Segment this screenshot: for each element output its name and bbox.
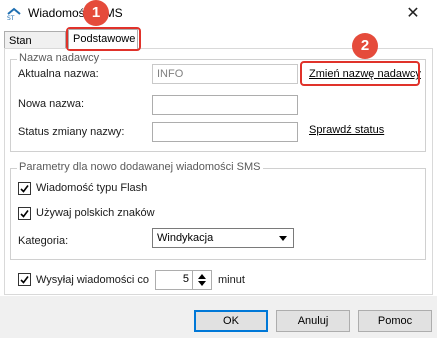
new-name-label: Nowa nazwa: [18,98,85,110]
arrow-down-icon[interactable] [198,281,206,286]
tab-stan-uslugi[interactable]: Stan usługi [4,31,66,65]
send-every-label: Wysyłaj wiadomości co [36,274,149,286]
annotation-marker-1: 1 [83,0,109,26]
new-name-field[interactable] [152,95,298,115]
annotation-marker-2: 2 [352,33,378,59]
annotation-box-link [300,61,420,86]
sender-group-title: Nazwa nadawcy [17,52,102,64]
polish-chars-label: Używaj polskich znaków [36,207,155,219]
interval-value: 5 [182,273,189,285]
current-name-label: Aktualna nazwa: [18,68,99,80]
arrow-up-icon[interactable] [198,274,206,279]
flash-checkbox[interactable] [18,182,31,195]
flash-label: Wiadomość typu Flash [36,182,148,194]
category-select[interactable]: Windykacja [152,228,294,248]
current-name-field: INFO [152,64,298,84]
interval-unit: minut [218,274,245,286]
status-field[interactable] [152,122,298,142]
check-status-link[interactable]: Sprawdź status [309,124,384,136]
status-label: Status zmiany nazwy: [18,126,125,138]
close-button[interactable]: ✕ [398,2,428,26]
category-label: Kategoria: [18,235,69,247]
stepper-buttons[interactable] [192,271,211,289]
title-bar: ST Wiadomości SMS ✕ [0,0,437,28]
chevron-down-icon [279,236,287,241]
params-group-title: Parametry dla nowo dodawanej wiadomości … [17,161,263,173]
svg-text:ST: ST [7,15,15,21]
tab-podstawowe[interactable]: Podstawowe [68,29,138,49]
help-button[interactable]: Pomoc [358,310,432,332]
polish-chars-checkbox[interactable] [18,207,31,220]
interval-stepper[interactable]: 5 [155,270,212,290]
cancel-button[interactable]: Anuluj [276,310,350,332]
ok-button[interactable]: OK [194,310,268,332]
send-every-checkbox[interactable] [18,273,31,286]
app-icon: ST [6,7,22,22]
category-value: Windykacja [157,232,214,244]
